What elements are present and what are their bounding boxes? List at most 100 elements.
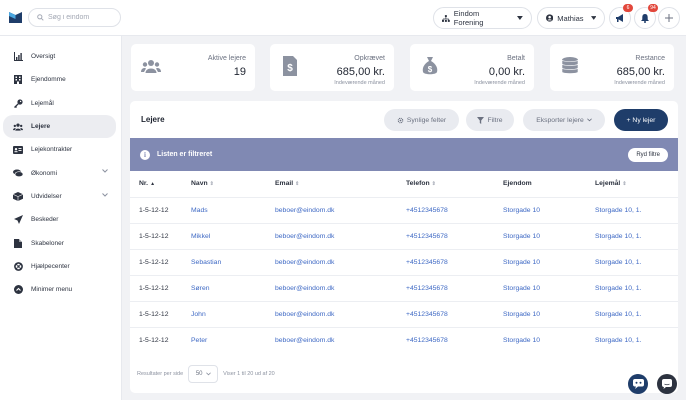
- cell-lease-link[interactable]: Storgade 10, 1.: [586, 222, 678, 249]
- stat-label: Aktive lejere: [207, 55, 246, 62]
- cell-phone-link[interactable]: +4512345678: [397, 326, 494, 353]
- table-row[interactable]: 1-5-12-12 Mads beboer@eindom.dk +4512345…: [130, 196, 678, 223]
- table-row[interactable]: 1-5-12-12 Peter beboer@eindom.dk +451234…: [130, 326, 678, 353]
- stat-label: Opkrævet: [354, 55, 385, 62]
- cell-email-link[interactable]: beboer@eindom.dk: [266, 300, 397, 327]
- chat-bot-icon: [632, 379, 644, 389]
- export-tenants-button[interactable]: Eksporter lejere: [523, 109, 605, 131]
- filter-icon: [477, 116, 485, 124]
- cell-phone-link[interactable]: +4512345678: [397, 248, 494, 275]
- cell-name-link[interactable]: John: [182, 300, 266, 327]
- user-avatar-icon: [546, 14, 554, 22]
- building-icon: [14, 75, 22, 85]
- cell-property-link[interactable]: Storgade 10: [494, 274, 586, 301]
- column-header-nr[interactable]: Nr. ▲: [130, 171, 182, 197]
- info-icon: i: [140, 150, 150, 160]
- messenger-button[interactable]: [657, 374, 677, 394]
- sidebar: Oversigt Ejendomme Lejemål Lejere Lejeko…: [0, 36, 122, 400]
- logo-icon[interactable]: [9, 10, 22, 23]
- stat-card-arrears: Restance 685,00 kr. Indeværende måned: [550, 44, 674, 91]
- column-header-telefon[interactable]: Telefon ⇕: [397, 171, 494, 197]
- cell-lease-link[interactable]: Storgade 10, 1.: [586, 326, 678, 353]
- column-header-ejendom[interactable]: Ejendom: [494, 171, 586, 197]
- cell-email-link[interactable]: beboer@eindom.dk: [266, 274, 397, 301]
- pagination-summary: Viser 1 til 20 ud af 20: [223, 371, 275, 377]
- per-page-select[interactable]: 50: [188, 365, 219, 383]
- stat-value: 685,00 kr.: [616, 66, 665, 78]
- organization-selector[interactable]: Eindom Forening: [433, 7, 532, 29]
- user-menu[interactable]: Mathias: [537, 7, 605, 29]
- cell-name-link[interactable]: Sebastian: [182, 248, 266, 275]
- cell-phone-link[interactable]: +4512345678: [397, 222, 494, 249]
- sort-asc-icon: ▲: [150, 181, 156, 188]
- cell-phone-link[interactable]: +4512345678: [397, 196, 494, 223]
- chevron-down-icon: [205, 372, 211, 376]
- stat-sub: Indeværende måned: [334, 80, 385, 86]
- cell-name-link[interactable]: Mikkel: [182, 222, 266, 249]
- table-row[interactable]: 1-5-12-12 John beboer@eindom.dk +4512345…: [130, 300, 678, 327]
- cell-property-link[interactable]: Storgade 10: [494, 300, 586, 327]
- sidebar-item-udvidelser[interactable]: Udvidelser: [3, 185, 116, 208]
- stat-card-paid: $ Betalt 0,00 kr. Indeværende måned: [410, 44, 534, 91]
- sidebar-item-label: Lejere: [31, 123, 51, 131]
- column-header-email[interactable]: Email ⇕: [266, 171, 397, 197]
- announcements-button[interactable]: 6: [609, 4, 633, 29]
- filter-button[interactable]: Filtre: [466, 109, 514, 131]
- sidebar-item-label: Minimer menu: [31, 286, 73, 294]
- users-icon: [13, 123, 23, 131]
- column-header-label: Telefon: [406, 180, 430, 188]
- cell-lease-link[interactable]: Storgade 10, 1.: [586, 274, 678, 301]
- cell-phone-link[interactable]: +4512345678: [397, 300, 494, 327]
- table-row[interactable]: 1-5-12-12 Sebastian beboer@eindom.dk +45…: [130, 248, 678, 275]
- collapse-icon: [13, 285, 23, 295]
- cell-name-link[interactable]: Peter: [182, 326, 266, 353]
- add-button[interactable]: [658, 7, 680, 29]
- visible-fields-button[interactable]: Synlige felter: [384, 109, 459, 131]
- clear-filters-button[interactable]: Ryd filtre: [628, 148, 668, 162]
- cell-lease-link[interactable]: Storgade 10, 1.: [586, 196, 678, 223]
- pagination-footer: Resultater per side 50 Viser 1 til 20 ud…: [137, 365, 275, 383]
- cell-lease-link[interactable]: Storgade 10, 1.: [586, 248, 678, 275]
- cell-name-link[interactable]: Mads: [182, 196, 266, 223]
- cell-email-link[interactable]: beboer@eindom.dk: [266, 196, 397, 223]
- column-header-navn[interactable]: Navn ⇕: [182, 171, 266, 197]
- cell-email-link[interactable]: beboer@eindom.dk: [266, 222, 397, 249]
- cell-email-link[interactable]: beboer@eindom.dk: [266, 248, 397, 275]
- new-tenant-label: + Ny lejer: [626, 116, 656, 124]
- column-header-label: Email: [275, 180, 294, 188]
- sidebar-item-oversigt[interactable]: Oversigt: [3, 45, 116, 68]
- sidebar-item-minimer-menu[interactable]: Minimer menu: [3, 278, 116, 301]
- sidebar-item-label: Lejekontrakter: [31, 146, 73, 154]
- new-tenant-button[interactable]: + Ny lejer: [614, 109, 668, 131]
- search-icon: [37, 14, 44, 21]
- cell-lease-link[interactable]: Storgade 10, 1.: [586, 300, 678, 327]
- filter-status-bar: i Listen er filtreret Ryd filtre: [130, 138, 678, 171]
- sidebar-item-ejendomme[interactable]: Ejendomme: [3, 68, 116, 91]
- sidebar-item-okonomi[interactable]: Økonomi: [3, 161, 116, 184]
- cell-property-link[interactable]: Storgade 10: [494, 326, 586, 353]
- sidebar-item-hjaelpecenter[interactable]: Hjælpecenter: [3, 255, 116, 278]
- plus-icon: [665, 14, 673, 22]
- cell-property-link[interactable]: Storgade 10: [494, 222, 586, 249]
- cell-property-link[interactable]: Storgade 10: [494, 248, 586, 275]
- cell-property-link[interactable]: Storgade 10: [494, 196, 586, 223]
- cell-phone-link[interactable]: +4512345678: [397, 274, 494, 301]
- column-header-lejemal[interactable]: Lejemål ⇕: [586, 171, 678, 197]
- search-box[interactable]: [28, 8, 121, 27]
- search-input[interactable]: [48, 14, 118, 21]
- support-chat-button[interactable]: [628, 374, 648, 394]
- sidebar-item-skabeloner[interactable]: Skabeloner: [3, 231, 116, 254]
- notifications-button[interactable]: 94: [634, 4, 658, 29]
- sidebar-item-lejekontrakter[interactable]: Lejekontrakter: [3, 138, 116, 161]
- sidebar-item-lejemal[interactable]: Lejemål: [3, 92, 116, 115]
- sidebar-item-beskeder[interactable]: Beskeder: [3, 208, 116, 231]
- chevron-down-icon: [102, 169, 108, 174]
- cell-email-link[interactable]: beboer@eindom.dk: [266, 326, 397, 353]
- table-row[interactable]: 1-5-12-12 Søren beboer@eindom.dk +451234…: [130, 274, 678, 301]
- stat-sub: Indeværende måned: [614, 80, 665, 86]
- cell-name-link[interactable]: Søren: [182, 274, 266, 301]
- chevron-down-icon: [590, 16, 596, 20]
- megaphone-icon: [615, 14, 623, 22]
- table-row[interactable]: 1-5-12-12 Mikkel beboer@eindom.dk +45123…: [130, 222, 678, 249]
- sidebar-item-lejere[interactable]: Lejere: [3, 114, 116, 139]
